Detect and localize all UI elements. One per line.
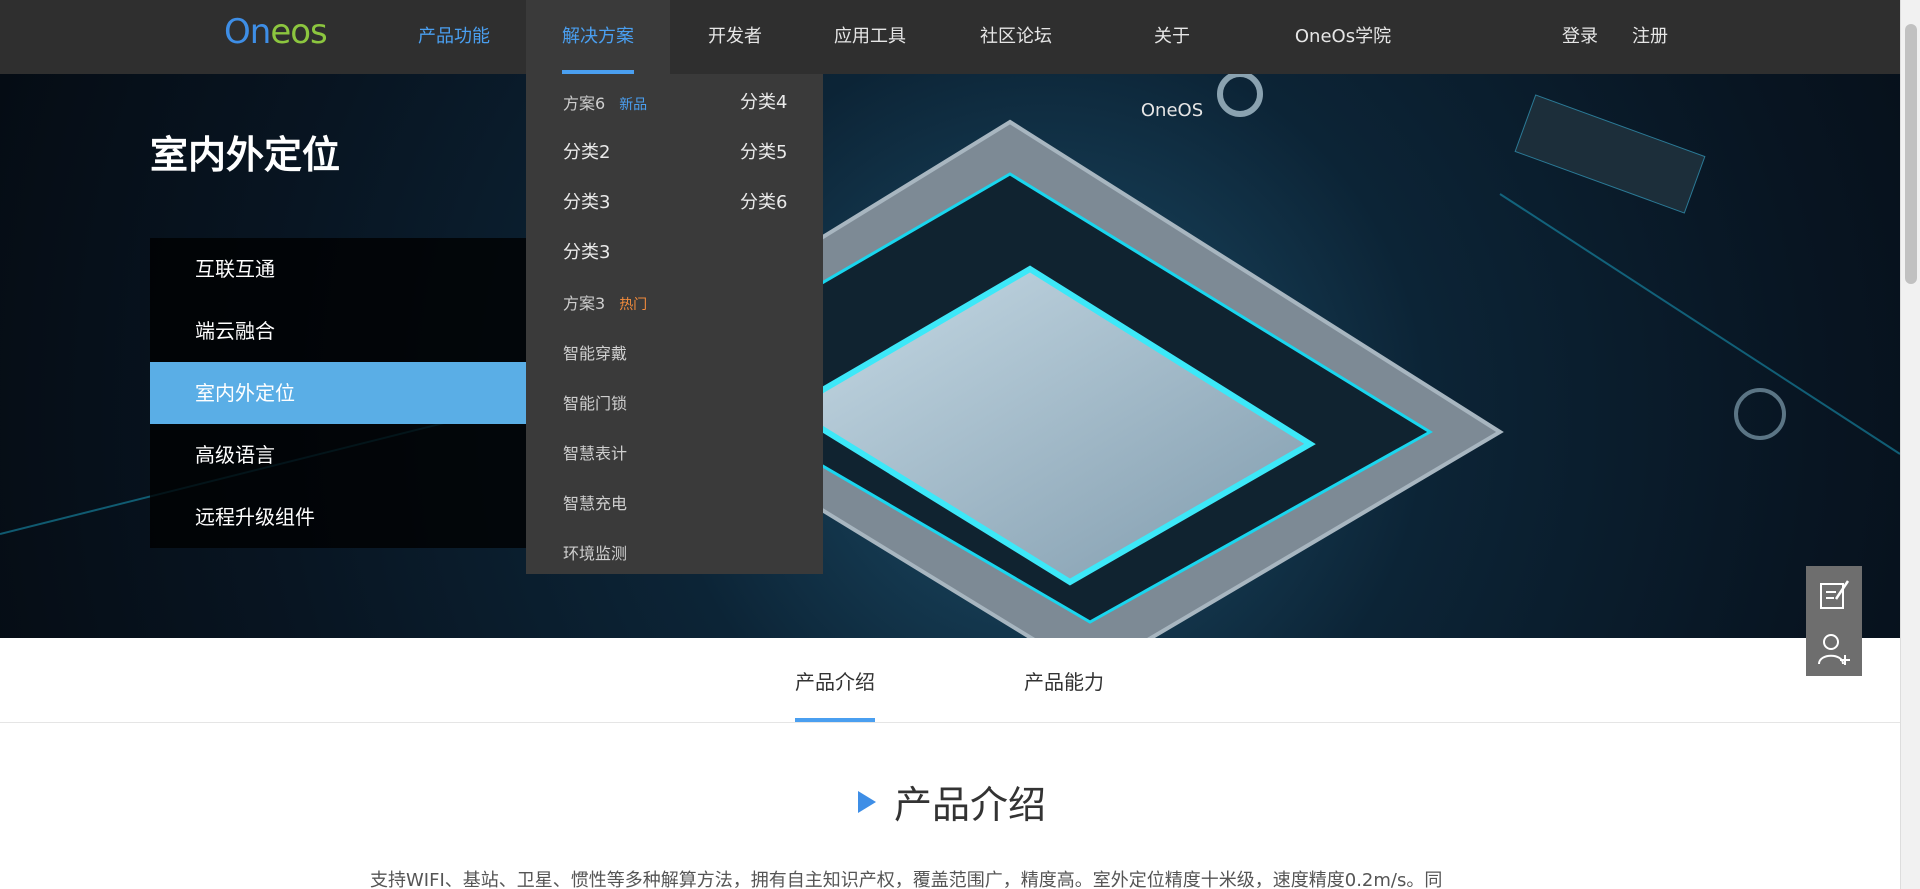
side-item-positioning[interactable]: 室内外定位 [150,362,526,424]
side-item-edge-cloud[interactable]: 端云融合 [150,300,526,362]
dropdown-item[interactable]: 分类2 [563,138,610,164]
feedback-button[interactable] [1806,566,1862,621]
nav-item-product-features[interactable]: 产品功能 [410,0,498,74]
triangle-icon [858,790,876,813]
nav-item-academy[interactable]: OneOs学院 [1292,0,1394,74]
dropdown-item[interactable]: 智慧充电 [563,490,627,514]
dropdown-item[interactable]: 方案6 新品 [563,90,647,114]
feedback-icon [1820,579,1850,609]
dropdown-item[interactable]: 环境监测 [563,540,627,564]
dropdown-item[interactable]: 分类3 [563,188,610,214]
oneos-logo[interactable]: Oneos [224,12,328,52]
tab-product-intro[interactable]: 产品介绍 [795,666,875,722]
add-user-icon [1818,633,1850,665]
solution-side-menu: 互联互通 端云融合 室内外定位 高级语言 远程升级组件 [150,238,526,548]
section-title: 产品介绍 [858,774,1046,829]
floating-actions [1806,566,1862,676]
hero-title: 室内外定位 [150,133,341,177]
dropdown-item[interactable]: 智慧表计 [563,440,627,464]
nav-item-community[interactable]: 社区论坛 [978,0,1054,74]
scrollbar-thumb[interactable] [1905,24,1917,284]
add-user-button[interactable] [1806,621,1862,676]
new-badge: 新品 [619,97,648,113]
dropdown-item[interactable]: 分类6 [740,188,787,214]
side-item-advanced-language[interactable]: 高级语言 [150,424,526,486]
side-item-ota-component[interactable]: 远程升级组件 [150,486,526,548]
hot-badge: 热门 [619,297,648,313]
scrollbar[interactable] [1900,0,1920,889]
tab-product-capabilities[interactable]: 产品能力 [1024,666,1104,695]
register-link[interactable]: 注册 [1632,0,1668,74]
dropdown-item[interactable]: 分类3 [563,238,610,264]
nav-item-about[interactable]: 关于OneOS [1124,0,1220,121]
nav-item-developers[interactable]: 开发者 [700,0,770,74]
hero-banner: 室内外定位 互联互通 端云融合 室内外定位 高级语言 远程升级组件 [0,74,1900,638]
dropdown-item[interactable]: 分类4 [740,88,787,114]
top-navigation: Oneos 产品功能 解决方案 开发者 应用工具 社区论坛 关于OneOS On… [0,0,1900,121]
section-description: 支持WIFI、基站、卫星、惯性等多种解算方法，拥有自主知识产权，覆盖范围广，精度… [370,870,1443,889]
nav-item-app-tools[interactable]: 应用工具 [832,0,908,74]
product-tabs: 产品介绍 产品能力 [0,638,1900,723]
login-link[interactable]: 登录 [1562,0,1598,74]
dropdown-item[interactable]: 分类5 [740,138,787,164]
dropdown-item[interactable]: 智能门锁 [563,390,627,414]
solutions-dropdown: 方案6 新品 分类4 分类2 分类5 分类3 分类6 分类3 方案3 热门 智能穿戴… [526,74,823,574]
dropdown-item[interactable]: 方案3 热门 [563,290,647,314]
dropdown-item[interactable]: 智能穿戴 [563,340,627,364]
side-item-interconnect[interactable]: 互联互通 [150,238,526,300]
nav-item-solutions[interactable]: 解决方案 [526,0,670,74]
